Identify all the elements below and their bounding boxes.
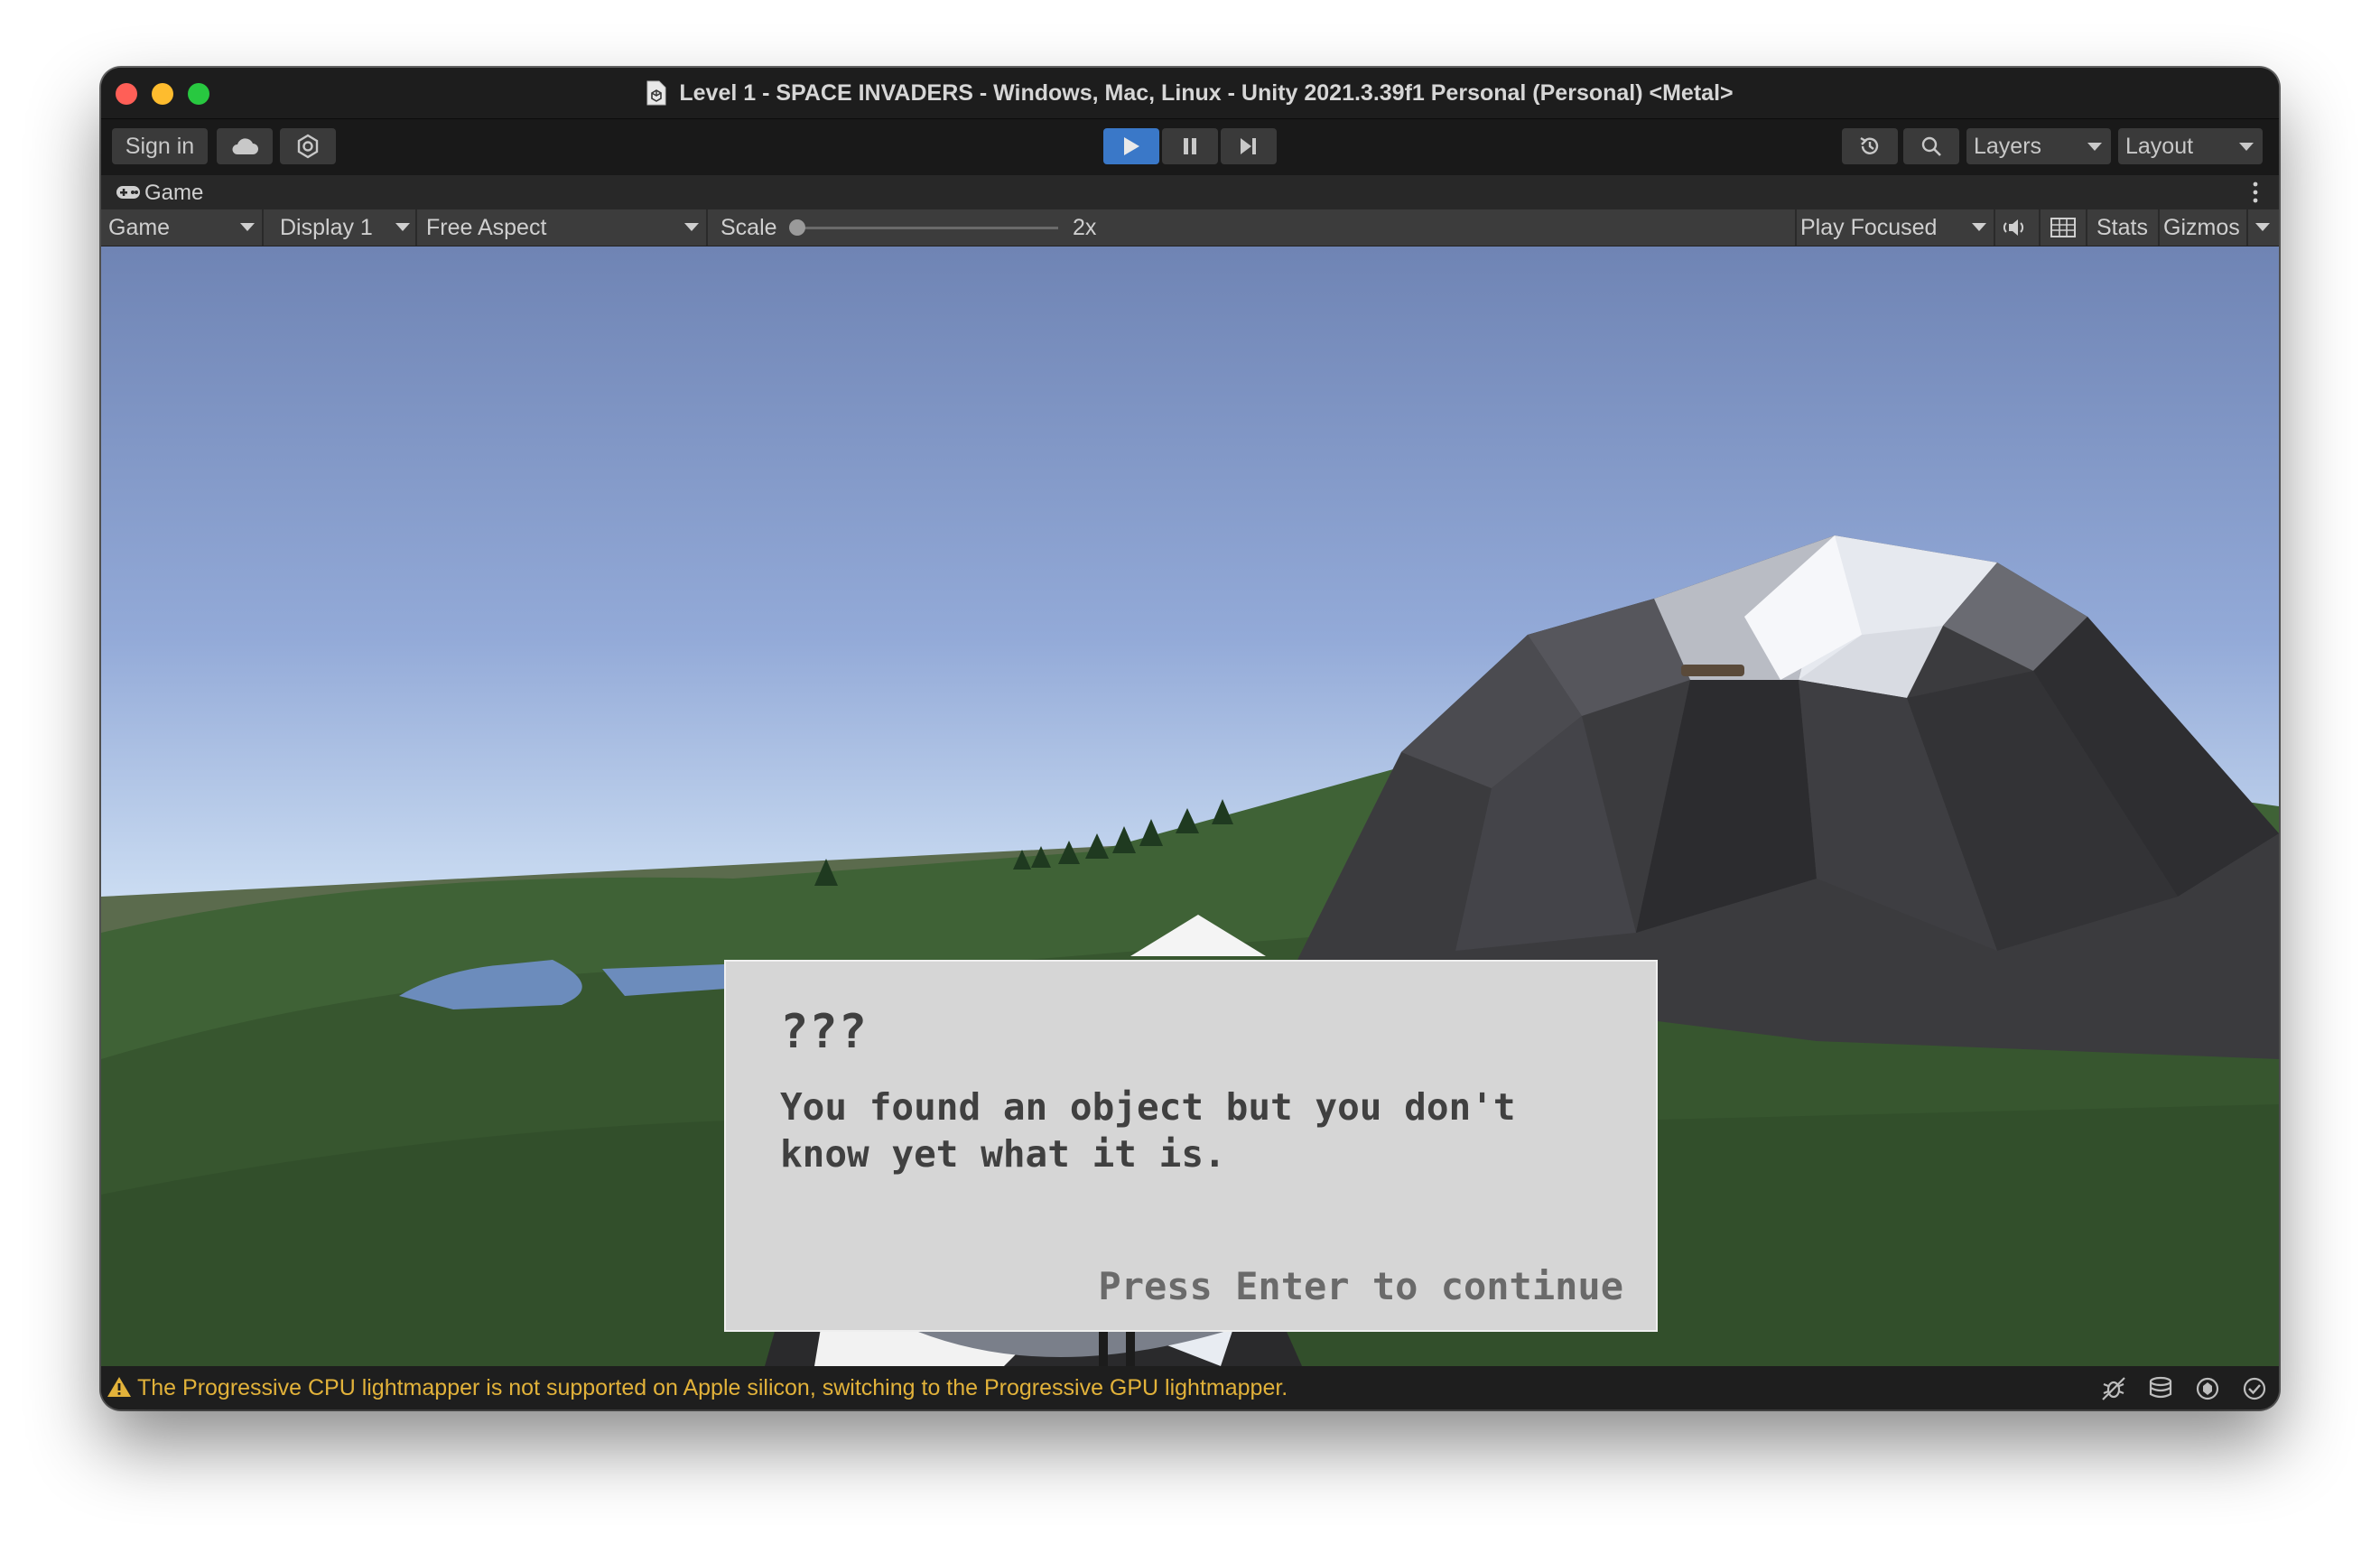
dialog-box: ??? You found an object but you don't kn…: [724, 960, 1658, 1332]
pause-icon: [1184, 138, 1196, 154]
game-tab-bar: Game: [101, 175, 2279, 209]
gizmos-button[interactable]: Gizmos: [2163, 209, 2240, 246]
collab-button[interactable]: [280, 128, 336, 164]
play-button[interactable]: [1103, 128, 1159, 164]
chevron-down-icon: [2087, 143, 2102, 151]
network-icon[interactable]: [2194, 1375, 2221, 1402]
step-icon: [1241, 138, 1256, 154]
aspect-dropdown[interactable]: Free Aspect: [426, 209, 546, 246]
undo-history-button[interactable]: [1842, 128, 1898, 164]
play-focus-dropdown[interactable]: Play Focused: [1800, 209, 1937, 246]
sign-in-label: Sign in: [125, 133, 195, 159]
search-icon: [1921, 136, 1941, 156]
gizmos-label: Gizmos: [2163, 214, 2240, 240]
stats-label: Stats: [2096, 214, 2148, 240]
status-bar: The Progressive CPU lightmapper is not s…: [101, 1366, 2279, 1409]
dialog-continue-hint: Press Enter to continue: [1098, 1264, 1623, 1308]
chevron-down-icon: [2239, 143, 2254, 151]
gamepad-icon: [116, 186, 140, 199]
warning-icon: [107, 1377, 131, 1397]
game-viewport[interactable]: ??? You found an object but you don't kn…: [101, 246, 2279, 1366]
layers-label: Layers: [1974, 133, 2042, 159]
debug-off-icon[interactable]: [2100, 1375, 2127, 1402]
step-button[interactable]: [1221, 128, 1277, 164]
status-message[interactable]: The Progressive CPU lightmapper is not s…: [137, 1375, 1288, 1401]
dialog-speaker-name: ???: [780, 1005, 868, 1059]
search-button[interactable]: [1903, 128, 1959, 164]
scale-slider-track[interactable]: [791, 227, 1058, 229]
title-bar: Level 1 - SPACE INVADERS - Windows, Mac,…: [101, 68, 2279, 119]
game-mode-label: Game: [108, 214, 171, 240]
history-icon: [1860, 136, 1879, 154]
check-circle-icon[interactable]: [2241, 1375, 2268, 1402]
window-title: Level 1 - SPACE INVADERS - Windows, Mac,…: [679, 79, 1734, 106]
scale-slider-handle[interactable]: [789, 219, 805, 236]
unity-window: Level 1 - SPACE INVADERS - Windows, Mac,…: [101, 68, 2279, 1409]
cloud-button[interactable]: [217, 128, 273, 164]
scale-value: 2x: [1073, 214, 1097, 240]
aspect-label: Free Aspect: [426, 214, 547, 240]
layout-label: Layout: [2125, 133, 2194, 159]
layers-dropdown[interactable]: Layers: [1966, 128, 2111, 164]
chevron-down-icon: [240, 223, 255, 231]
scale-label: Scale: [721, 214, 777, 240]
game-mode-dropdown[interactable]: Game: [108, 209, 170, 246]
play-icon: [1124, 137, 1139, 155]
cloud-icon: [232, 138, 258, 154]
chevron-down-icon[interactable]: [2255, 223, 2270, 231]
layout-dropdown[interactable]: Layout: [2118, 128, 2263, 164]
collab-settings-icon: [297, 134, 319, 159]
pause-button[interactable]: [1162, 128, 1218, 164]
display-label: Display 1: [280, 214, 373, 240]
unity-scene-file-icon: [646, 80, 666, 106]
stats-button[interactable]: Stats: [2096, 209, 2148, 246]
chevron-down-icon: [395, 223, 410, 231]
grid-toggle-icon[interactable]: [2050, 216, 2077, 239]
audio-toggle-icon[interactable]: [2003, 215, 2030, 240]
game-view-controls: Game Display 1 Free Aspect Scale 2x Play…: [101, 209, 2279, 246]
tab-game[interactable]: Game: [144, 181, 203, 206]
chevron-down-icon: [1972, 223, 1986, 231]
display-dropdown[interactable]: Display 1: [280, 209, 373, 246]
dialog-message: You found an object but you don't know y…: [780, 1085, 1516, 1176]
chevron-down-icon: [684, 223, 699, 231]
more-options-icon[interactable]: [2252, 181, 2259, 204]
main-toolbar: Sign in Layers Layout: [101, 119, 2279, 175]
lighting-bake-icon[interactable]: [2147, 1375, 2174, 1402]
sign-in-button[interactable]: Sign in: [112, 128, 208, 164]
play-focus-label: Play Focused: [1800, 214, 1938, 240]
